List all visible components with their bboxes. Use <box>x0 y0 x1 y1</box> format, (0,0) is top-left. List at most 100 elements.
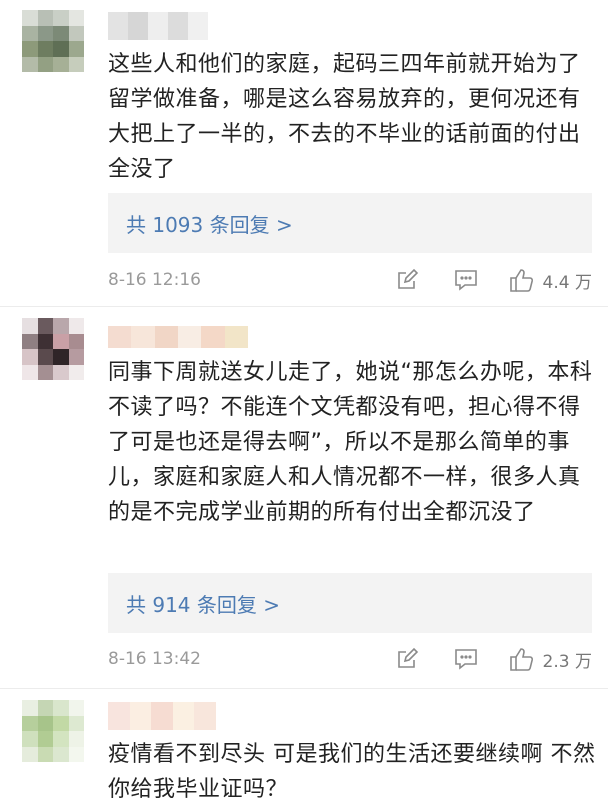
avatar-pixel <box>53 56 69 72</box>
avatar-pixel <box>37 349 53 365</box>
username-pixel <box>188 12 208 40</box>
avatar-pixel <box>37 333 53 349</box>
repost-button[interactable] <box>395 268 419 292</box>
like-count: 4.4 万 <box>542 272 592 293</box>
avatar-pixel <box>68 731 84 747</box>
avatar-pixel <box>68 746 84 762</box>
comment-item: 疫情看不到尽头 可是我们的生活还要继续啊 不然你给我毕业证吗？ <box>0 690 608 811</box>
avatar-pixel <box>22 56 38 72</box>
username-pixel <box>154 326 178 348</box>
avatar-pixel <box>68 56 84 72</box>
comment-meta: 8-16 12:16 4.4 万 <box>108 265 592 295</box>
message-bubble-icon <box>454 649 477 670</box>
username-pixel <box>201 326 225 348</box>
username-pixel <box>168 12 188 40</box>
avatar[interactable] <box>22 700 84 762</box>
avatar-pixel <box>68 700 84 716</box>
comment-button[interactable] <box>453 647 479 671</box>
avatar-pixel <box>53 333 69 349</box>
avatar-pixel <box>37 364 53 380</box>
avatar-pixel <box>53 41 69 57</box>
avatar-pixel <box>22 25 38 41</box>
action-bar: 2.3 万 <box>395 646 592 672</box>
avatar-pixel <box>22 364 38 380</box>
avatar-pixel <box>68 318 84 334</box>
divider <box>0 688 608 689</box>
avatar-pixel <box>37 10 53 26</box>
avatar-pixel <box>22 715 38 731</box>
avatar-pixel <box>68 25 84 41</box>
avatar-pixel <box>53 715 69 731</box>
avatar-pixel <box>37 318 53 334</box>
reply-box[interactable]: 共 914 条回复 > <box>108 573 592 633</box>
like-button[interactable]: 4.4 万 <box>509 267 592 293</box>
like-button[interactable]: 2.3 万 <box>509 646 592 672</box>
avatar-pixel <box>22 318 38 334</box>
avatar-pixel <box>68 41 84 57</box>
comment-item: 同事下周就送女儿走了，她说“那怎么办呢，本科不读了吗？不能连个文凭都没有吧，担心… <box>0 308 608 698</box>
avatar-pixel <box>22 10 38 26</box>
avatar-pixel <box>53 349 69 365</box>
username-pixel <box>172 702 195 730</box>
avatar-pixel <box>68 715 84 731</box>
username-pixel <box>108 702 130 730</box>
avatar[interactable] <box>22 318 84 380</box>
avatar-pixel <box>68 349 84 365</box>
divider <box>0 306 608 307</box>
username-pixel <box>224 326 248 348</box>
view-replies-link[interactable]: 共 1093 条回复 > <box>126 209 293 238</box>
username-pixel <box>129 702 152 730</box>
avatar-pixel <box>53 746 69 762</box>
avatar-pixel <box>37 746 53 762</box>
avatar-pixel <box>37 41 53 57</box>
like-count: 2.3 万 <box>542 651 592 672</box>
avatar-pixel <box>22 731 38 747</box>
username-pixel <box>131 326 155 348</box>
username-pixel <box>128 12 148 40</box>
thumbs-up-icon <box>509 269 533 292</box>
avatar-pixel <box>37 715 53 731</box>
username-pixel <box>151 702 173 730</box>
avatar-pixel <box>37 25 53 41</box>
comment-text: 这些人和他们的家庭，起码三四年前就开始为了留学做准备，哪是这么容易放弃的，更何况… <box>108 52 581 182</box>
comment-text: 同事下周就送女儿走了，她说“那怎么办呢，本科不读了吗？不能连个文凭都没有吧，担心… <box>108 360 593 525</box>
username-pixel <box>194 702 216 730</box>
username-pixel <box>177 326 202 348</box>
repost-button[interactable] <box>395 647 419 671</box>
avatar-pixel <box>53 731 69 747</box>
avatar-pixel <box>53 700 69 716</box>
avatar-pixel <box>53 318 69 334</box>
avatar-pixel <box>53 10 69 26</box>
view-replies-link[interactable]: 共 914 条回复 > <box>126 589 280 618</box>
username-pixel <box>108 12 128 40</box>
avatar-pixel <box>53 364 69 380</box>
avatar-pixel <box>68 364 84 380</box>
avatar-pixel <box>22 746 38 762</box>
avatar[interactable] <box>22 10 84 72</box>
timestamp: 8-16 13:42 <box>108 649 201 669</box>
avatar-pixel <box>68 10 84 26</box>
avatar-pixel <box>37 700 53 716</box>
username-pixel <box>108 326 132 348</box>
comment-item: 这些人和他们的家庭，起码三四年前就开始为了留学做准备，哪是这么容易放弃的，更何况… <box>0 0 608 300</box>
comment-meta: 8-16 13:42 2.3 万 <box>108 644 592 674</box>
username-blurred[interactable] <box>108 702 216 730</box>
avatar-pixel <box>53 25 69 41</box>
pencil-square-icon <box>397 268 418 289</box>
action-bar: 4.4 万 <box>395 267 592 293</box>
username-blurred[interactable] <box>108 12 208 40</box>
comment-button[interactable] <box>453 268 479 292</box>
avatar-pixel <box>22 349 38 365</box>
avatar-pixel <box>22 41 38 57</box>
avatar-pixel <box>22 700 38 716</box>
pencil-square-icon <box>397 647 418 668</box>
timestamp: 8-16 12:16 <box>108 270 201 290</box>
avatar-pixel <box>37 731 53 747</box>
message-bubble-icon <box>454 270 477 291</box>
username-pixel <box>148 12 168 40</box>
comment-text: 疫情看不到尽头 可是我们的生活还要继续啊 不然你给我毕业证吗？ <box>108 742 596 802</box>
avatar-pixel <box>22 333 38 349</box>
reply-box[interactable]: 共 1093 条回复 > <box>108 193 592 253</box>
thumbs-up-icon <box>509 648 533 671</box>
username-blurred[interactable] <box>108 326 248 348</box>
